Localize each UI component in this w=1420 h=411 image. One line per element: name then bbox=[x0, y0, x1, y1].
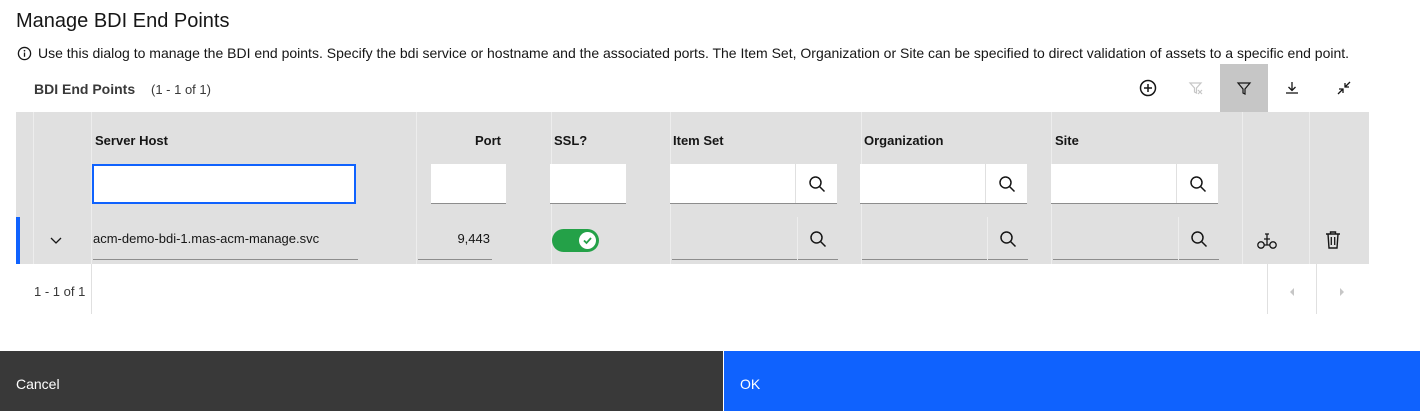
test-connection-button[interactable] bbox=[1256, 230, 1278, 257]
port-value: 9,443 bbox=[457, 230, 490, 246]
clear-filter-button[interactable] bbox=[1172, 64, 1220, 112]
port-filter-input[interactable] bbox=[431, 164, 506, 203]
site-cell[interactable] bbox=[1053, 217, 1219, 260]
organization-filter-input[interactable] bbox=[860, 164, 985, 203]
port-cell[interactable]: 9,443 bbox=[418, 217, 492, 260]
pagination-divider bbox=[1267, 264, 1268, 314]
pagination-label: 1 - 1 of 1 bbox=[34, 284, 86, 299]
item-set-cell[interactable] bbox=[672, 217, 838, 260]
column-header-ssl[interactable]: SSL? bbox=[554, 133, 587, 148]
info-icon bbox=[17, 46, 32, 60]
connection-icon bbox=[1257, 233, 1277, 249]
column-header-server-host[interactable]: Server Host bbox=[95, 133, 168, 148]
column-header-site[interactable]: Site bbox=[1055, 133, 1079, 148]
dialog-title: Manage BDI End Points bbox=[16, 10, 230, 32]
pagination: 1 - 1 of 1 bbox=[16, 264, 1369, 314]
server-host-cell[interactable]: acm-demo-bdi-1.mas-acm-manage.svc bbox=[93, 217, 358, 260]
site-filter[interactable] bbox=[1051, 164, 1218, 204]
server-host-filter-input[interactable] bbox=[94, 166, 354, 202]
table-row[interactable]: acm-demo-bdi-1.mas-acm-manage.svc 9,443 bbox=[16, 217, 1369, 264]
site-filter-lookup[interactable] bbox=[1176, 164, 1218, 203]
download-button[interactable] bbox=[1268, 64, 1316, 112]
item-set-lookup-button[interactable] bbox=[797, 217, 838, 260]
previous-page-button[interactable] bbox=[1288, 284, 1296, 302]
table-title: BDI End Points bbox=[34, 81, 136, 97]
pagination-divider bbox=[1316, 264, 1317, 314]
organization-lookup-button[interactable] bbox=[987, 217, 1028, 260]
filter-icon bbox=[1236, 82, 1252, 95]
filter-button[interactable] bbox=[1220, 64, 1268, 112]
caret-left-icon bbox=[1290, 288, 1294, 296]
selected-row-indicator bbox=[16, 217, 20, 264]
table-toolbar: BDI End Points (1 - 1 of 1) bbox=[16, 64, 1369, 112]
dialog-footer: Cancel OK bbox=[0, 351, 1420, 411]
next-page-button[interactable] bbox=[1338, 284, 1346, 302]
table-count: (1 - 1 of 1) bbox=[151, 82, 211, 97]
checkmark-icon bbox=[583, 237, 592, 245]
toggle-knob bbox=[579, 232, 596, 249]
ssl-filter-input[interactable] bbox=[550, 164, 626, 203]
info-text: Use this dialog to manage the BDI end po… bbox=[38, 45, 1350, 61]
ok-button[interactable]: OK bbox=[724, 351, 1420, 411]
cancel-button[interactable]: Cancel bbox=[0, 351, 723, 411]
search-icon bbox=[998, 175, 1015, 192]
column-header-organization[interactable]: Organization bbox=[864, 133, 943, 148]
ssl-filter[interactable] bbox=[550, 164, 626, 204]
site-lookup-button[interactable] bbox=[1178, 217, 1219, 260]
server-host-value: acm-demo-bdi-1.mas-acm-manage.svc bbox=[93, 230, 320, 246]
filter-remove-icon bbox=[1188, 82, 1203, 95]
add-row-button[interactable] bbox=[1124, 64, 1172, 112]
chevron-down-icon bbox=[50, 237, 62, 244]
minimize-icon bbox=[1337, 81, 1351, 95]
organization-filter-lookup[interactable] bbox=[985, 164, 1027, 203]
organization-cell[interactable] bbox=[862, 217, 1028, 260]
item-set-filter-lookup[interactable] bbox=[795, 164, 837, 203]
site-filter-input[interactable] bbox=[1051, 164, 1176, 203]
delete-row-button[interactable] bbox=[1324, 230, 1342, 255]
info-message: Use this dialog to manage the BDI end po… bbox=[17, 45, 1349, 61]
caret-right-icon bbox=[1340, 288, 1344, 296]
search-icon bbox=[1000, 230, 1017, 247]
server-host-filter[interactable] bbox=[92, 164, 356, 204]
search-icon bbox=[1189, 175, 1206, 192]
download-icon bbox=[1286, 82, 1298, 94]
add-circle-icon bbox=[1139, 79, 1157, 97]
organization-filter[interactable] bbox=[860, 164, 1027, 204]
pagination-divider bbox=[91, 264, 92, 314]
column-header-port[interactable]: Port bbox=[475, 133, 501, 148]
expand-row-button[interactable] bbox=[49, 233, 63, 252]
search-icon bbox=[808, 175, 825, 192]
search-icon bbox=[810, 230, 827, 247]
item-set-filter-input[interactable] bbox=[670, 164, 795, 203]
item-set-filter[interactable] bbox=[670, 164, 837, 204]
trash-icon bbox=[1326, 231, 1340, 249]
ssl-toggle[interactable] bbox=[552, 229, 599, 252]
port-filter[interactable] bbox=[431, 164, 506, 204]
column-header-item-set[interactable]: Item Set bbox=[673, 133, 724, 148]
search-icon bbox=[1191, 230, 1208, 247]
collapse-button[interactable] bbox=[1320, 64, 1368, 112]
